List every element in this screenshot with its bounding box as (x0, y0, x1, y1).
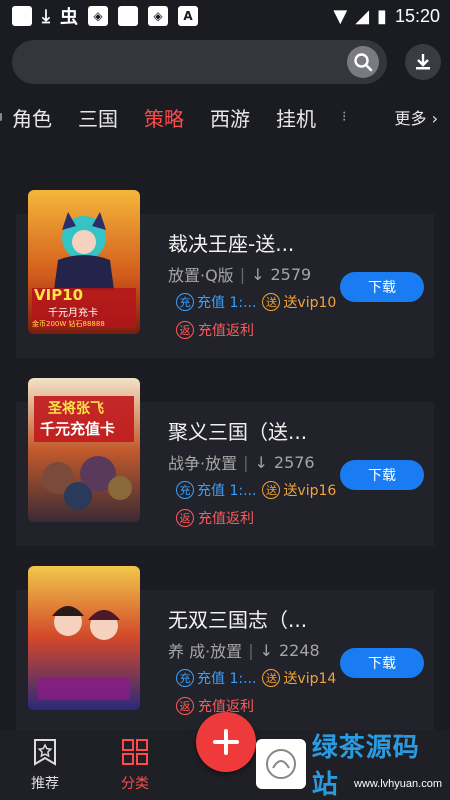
recharge-icon: 充 (176, 481, 194, 499)
download-count-icon: ↓ (254, 452, 268, 472)
rebate-icon: 返 (176, 697, 194, 715)
game-meta: 战争·放置 | ↓ 2576 (168, 450, 315, 474)
game-genre: 养 成·放置 (168, 642, 243, 661)
vip-tag: 送送vip14 (262, 668, 336, 688)
game-card[interactable]: VIP10 千元月充卡 金币200W 钻石88888 裁决王座-送... 放置·… (16, 190, 434, 358)
game-card[interactable]: 圣将张飞 千元充值卡 聚义三国（送... 战争·放置 | ↓ 2576 充充值 … (16, 378, 434, 546)
tab-strategy[interactable]: 策略 (144, 103, 184, 132)
category-tabs: 角色 三国 策略 西游 挂机 ⁝ 更多 › (0, 100, 450, 134)
status-time: 15:20 (394, 5, 440, 26)
vip-tag: 送送vip16 (262, 480, 336, 500)
game-tags: 充充值 1:... 送送vip14 (176, 668, 336, 688)
font-app-icon: A (177, 6, 198, 26)
game-meta: 放置·Q版 | ↓ 2579 (168, 262, 311, 286)
download-count: 2576 (273, 452, 315, 472)
game-cover-image: VIP10 千元月充卡 金币200W 钻石88888 (28, 190, 140, 334)
tab-role[interactable]: 角色 (12, 103, 52, 132)
watermark-url: www.lvhyuan.com (353, 778, 442, 790)
game-tags: 充充值 1:... 送送vip10 (176, 292, 336, 312)
shield-icon-2: ◈ (147, 6, 168, 26)
download-count-icon: ↓ (251, 264, 265, 284)
download-count: 2579 (270, 264, 312, 284)
recharge-icon: 充 (176, 669, 194, 687)
game-cover-image: 圣将张飞 千元充值卡 (28, 378, 140, 522)
download-manager-icon[interactable] (405, 44, 441, 80)
shield-icon: ◈ (87, 6, 108, 26)
rebate-tag: 返充值返利 (176, 320, 254, 340)
grid-icon (122, 739, 148, 765)
app-status-icon: 虫 (59, 7, 78, 28)
game-genre: 放置·Q版 (168, 266, 234, 285)
download-button[interactable]: 下载 (340, 648, 424, 678)
game-title[interactable]: 聚义三国（送... (168, 416, 307, 445)
gift-icon: 送 (262, 293, 281, 311)
game-meta: 养 成·放置 | ↓ 2248 (168, 638, 320, 662)
gift-icon: 送 (262, 481, 281, 499)
plus-icon (213, 729, 239, 755)
cover-promo-text: 圣将张飞 (48, 401, 104, 417)
notification-app-icon (12, 6, 32, 26)
notification-app-icon-2 (117, 6, 138, 26)
nav-recommend[interactable]: 推荐 (0, 730, 90, 800)
meta-divider: | (243, 452, 249, 472)
battery-icon: ▮ (377, 5, 387, 27)
download-button[interactable]: 下载 (340, 460, 424, 490)
rebate-tag: 返充值返利 (176, 508, 254, 528)
tab-indicator-left (0, 113, 2, 121)
nav-category-label: 分类 (121, 776, 149, 792)
recharge-tag: 充充值 1:... (176, 480, 256, 500)
search-row (12, 40, 442, 84)
signal-icon: ◢ (355, 5, 370, 27)
recharge-tag: 充充值 1:... (176, 668, 256, 688)
cover-promo-text: VIP10 (34, 286, 84, 304)
status-bar: ⤓ 虫 ◈ ◈ A ▼ ◢ ▮ 15:20 (0, 0, 450, 32)
search-icon[interactable] (347, 46, 379, 78)
meta-divider: | (239, 264, 246, 284)
more-categories-button[interactable]: 更多 › (395, 105, 439, 129)
tab-journey-west[interactable]: 西游 (210, 103, 250, 132)
game-cover-image (28, 566, 140, 710)
gift-icon: 送 (262, 669, 281, 687)
game-title[interactable]: 无双三国志（... (168, 604, 307, 633)
download-count: 2248 (278, 640, 320, 660)
rebate-icon: 返 (176, 321, 194, 339)
tab-idle[interactable]: 挂机 (276, 103, 316, 132)
status-notifications: ⤓ 虫 ◈ ◈ A (12, 5, 198, 28)
nav-recommend-label: 推荐 (31, 776, 59, 792)
game-genre: 战争·放置 (168, 454, 238, 473)
tab-overflow-dots: ⁝ (342, 109, 347, 125)
vip-tag: 送送vip10 (262, 292, 336, 312)
tab-three-kingdoms[interactable]: 三国 (78, 103, 118, 132)
download-count-icon: ↓ (259, 640, 273, 660)
cover-promo-subtext: 千元充值卡 (40, 420, 116, 438)
game-tags: 充充值 1:... 送送vip16 (176, 480, 336, 500)
watermark-logo-icon (256, 739, 306, 789)
recharge-icon: 充 (176, 293, 194, 311)
nav-category[interactable]: 分类 (90, 730, 180, 800)
meta-divider: | (248, 640, 254, 660)
rebate-icon: 返 (176, 509, 194, 527)
add-button[interactable] (196, 712, 256, 772)
watermark: 绿茶源码站 www.lvhyuan.com (256, 733, 446, 800)
wifi-icon: ▼ (333, 5, 348, 27)
recharge-tag: 充充值 1:... (176, 292, 256, 312)
search-input[interactable] (12, 40, 387, 84)
cover-promo-subtext: 千元月充卡 (48, 308, 98, 319)
download-status-icon: ⤓ (42, 5, 50, 27)
game-title[interactable]: 裁决王座-送... (168, 228, 294, 257)
cover-promo-detail: 金币200W 钻石88888 (32, 320, 105, 328)
download-button[interactable]: 下载 (340, 272, 424, 302)
star-bookmark-icon (34, 739, 56, 766)
